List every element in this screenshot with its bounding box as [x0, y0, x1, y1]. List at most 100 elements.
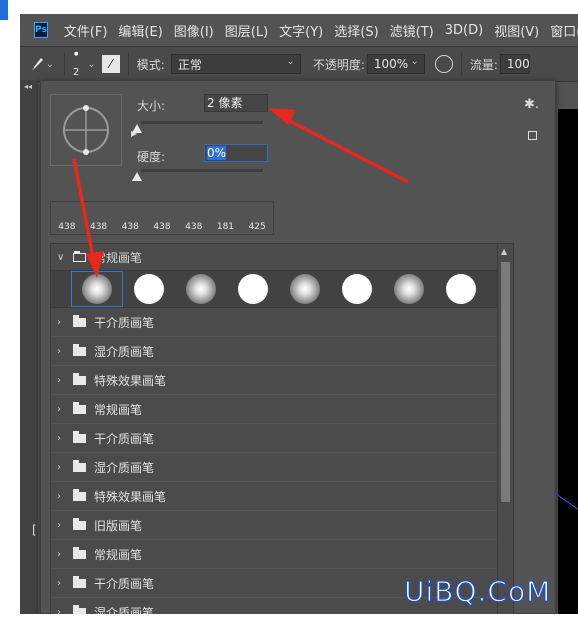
mode-label: 模式: — [136, 57, 165, 72]
brush-size-preview[interactable]: ● 2 — [73, 51, 79, 78]
recent-brush[interactable]: 438 — [146, 202, 178, 234]
hard-round-brush-icon — [446, 274, 476, 304]
menu-file[interactable]: 文件(F) — [64, 21, 108, 40]
brush-settings-panel-button[interactable]: ⁄ — [101, 55, 120, 73]
folder-icon — [73, 517, 86, 530]
brush-size-value: 2 — [73, 66, 80, 78]
options-bar: ⌄ ● 2 ⌄ ⁄ 模式: 正常 ⌄ 不透明度: 100% ⌄ 流量: 100 — [20, 46, 578, 82]
brush-dot-icon: ● — [74, 50, 79, 57]
hardness-value: 0% — [207, 146, 227, 160]
chevron-down-icon: ∨ — [57, 251, 65, 263]
brush-group-header[interactable]: ∨ 常规画笔 — [51, 244, 497, 270]
brush-icon — [30, 58, 43, 70]
recent-brushes: 438 438 438 438 438 181 425 — [50, 201, 274, 235]
chevron-right-icon: › — [57, 316, 61, 328]
recent-brush[interactable]: 425 — [241, 202, 273, 234]
watermark-logo: UiBQ.CoM — [403, 574, 552, 608]
hardness-input[interactable]: 0% — [204, 144, 268, 162]
folder-icon — [73, 575, 86, 588]
divider — [127, 53, 129, 75]
menu-type[interactable]: 文字(Y) — [279, 21, 323, 40]
brush-folder-item[interactable]: › 干介质画笔 — [51, 308, 497, 337]
soft-round-brush-icon — [290, 274, 320, 304]
recent-brush[interactable]: 438 — [178, 202, 210, 234]
folder-icon — [73, 546, 86, 559]
brush-folder-item[interactable]: › 特殊效果画笔 — [51, 482, 497, 511]
collapse-panel-icon[interactable]: ◂◂ — [24, 82, 32, 91]
size-input[interactable]: 2 像素 — [204, 94, 268, 112]
brush-picker-chevron-icon[interactable]: ⌄ — [87, 59, 95, 70]
divider — [64, 53, 65, 75]
opacity-field[interactable]: 100% ⌄ — [366, 54, 425, 74]
brush-angle-roundness-icon — [63, 105, 109, 155]
gear-icon[interactable]: ✱. — [524, 97, 539, 112]
chevron-right-icon: › — [57, 345, 61, 357]
folder-icon — [73, 488, 86, 501]
brush-tip[interactable] — [279, 271, 331, 307]
menu-3d[interactable]: 3D(D) — [445, 23, 483, 38]
brush-folder-item[interactable]: › 常规画笔 — [51, 395, 497, 424]
brush-folder-item[interactable]: › 湿介质画笔 — [51, 337, 497, 366]
folder-icon — [73, 314, 86, 327]
menu-layer[interactable]: 图层(L) — [225, 21, 268, 40]
brush-folder-item[interactable]: › 旧版画笔 — [51, 511, 497, 540]
pressure-opacity-icon[interactable] — [434, 55, 453, 73]
brush-folder-item[interactable]: › 特殊效果画笔 — [51, 366, 497, 395]
recent-brush[interactable]: 438 — [114, 202, 146, 234]
folder-icon — [73, 459, 86, 472]
recent-brush-size: 438 — [153, 222, 171, 232]
menu-image[interactable]: 图像(I) — [174, 21, 214, 40]
window-corner-accent — [0, 0, 8, 20]
brush-tip[interactable] — [383, 271, 435, 307]
scrollbar-thumb[interactable] — [501, 262, 510, 502]
brush-tip[interactable] — [435, 271, 487, 307]
hardness-slider-track[interactable] — [141, 169, 263, 172]
brush-tip-preview[interactable] — [50, 94, 122, 166]
list-scrollbar[interactable]: ▲ — [497, 244, 513, 614]
brush-tip[interactable] — [123, 271, 175, 307]
hardness-slider-thumb[interactable] — [132, 172, 142, 181]
menu-window[interactable]: 窗口( — [550, 21, 578, 40]
scroll-up-icon[interactable]: ▲ — [501, 247, 507, 256]
brush-folder-name: 干介质画笔 — [94, 576, 155, 591]
brush-folder-name: 旧版画笔 — [94, 518, 143, 533]
brush-tool-preset-picker[interactable]: ⌄ — [26, 52, 56, 76]
opacity-value: 100% — [373, 57, 409, 71]
brush-folder-name: 干介质画笔 — [94, 315, 155, 330]
chevron-right-icon: › — [57, 519, 61, 531]
menu-filter[interactable]: 滤镜(T) — [390, 21, 434, 40]
brush-folder-name: 特殊效果画笔 — [94, 373, 167, 388]
document-canvas[interactable] — [558, 109, 578, 614]
recent-brush[interactable]: 181 — [210, 202, 242, 234]
photoshop-window: Ps 文件(F) 编辑(E) 图像(I) 图层(L) 文字(Y) 选择(S) 滤… — [20, 14, 578, 614]
folder-icon — [73, 430, 86, 443]
brush-folder-item[interactable]: › 常规画笔 — [51, 540, 497, 569]
menu-select[interactable]: 选择(S) — [334, 21, 378, 40]
size-slider-thumb[interactable] — [132, 124, 142, 133]
brush-tip[interactable] — [331, 271, 383, 307]
flow-field[interactable]: 100 — [499, 54, 530, 74]
menu-view[interactable]: 视图(V) — [494, 21, 539, 40]
menu-edit[interactable]: 编辑(E) — [118, 21, 162, 40]
brush-tip[interactable] — [227, 271, 279, 307]
flow-value: 100 — [506, 57, 530, 71]
brush-tip[interactable] — [71, 271, 123, 307]
recent-brush[interactable]: 438 — [83, 202, 115, 234]
chevron-right-icon: › — [57, 490, 61, 502]
recent-brush[interactable]: 438 — [51, 202, 83, 234]
flow-label: 流量: — [469, 57, 498, 72]
brush-folder-name: 湿介质画笔 — [94, 605, 155, 615]
hard-round-brush-icon — [238, 274, 268, 304]
mode-select[interactable]: 正常 ⌄ — [170, 54, 301, 74]
menu-bar: Ps 文件(F) 编辑(E) 图像(I) 图层(L) 文字(Y) 选择(S) 滤… — [20, 14, 578, 46]
new-preset-icon[interactable] — [528, 131, 537, 140]
chevron-right-icon: › — [57, 403, 61, 415]
brush-folder-item[interactable]: › 湿介质画笔 — [51, 453, 497, 482]
brush-folder-item[interactable]: › 干介质画笔 — [51, 424, 497, 453]
tool-fragment: [ — [32, 523, 37, 537]
folder-icon — [73, 372, 86, 385]
size-slider-track[interactable] — [141, 121, 263, 124]
recent-brush-size: 438 — [58, 222, 76, 232]
brush-folder-name: 湿介质画笔 — [94, 460, 155, 475]
brush-tip[interactable] — [175, 271, 227, 307]
